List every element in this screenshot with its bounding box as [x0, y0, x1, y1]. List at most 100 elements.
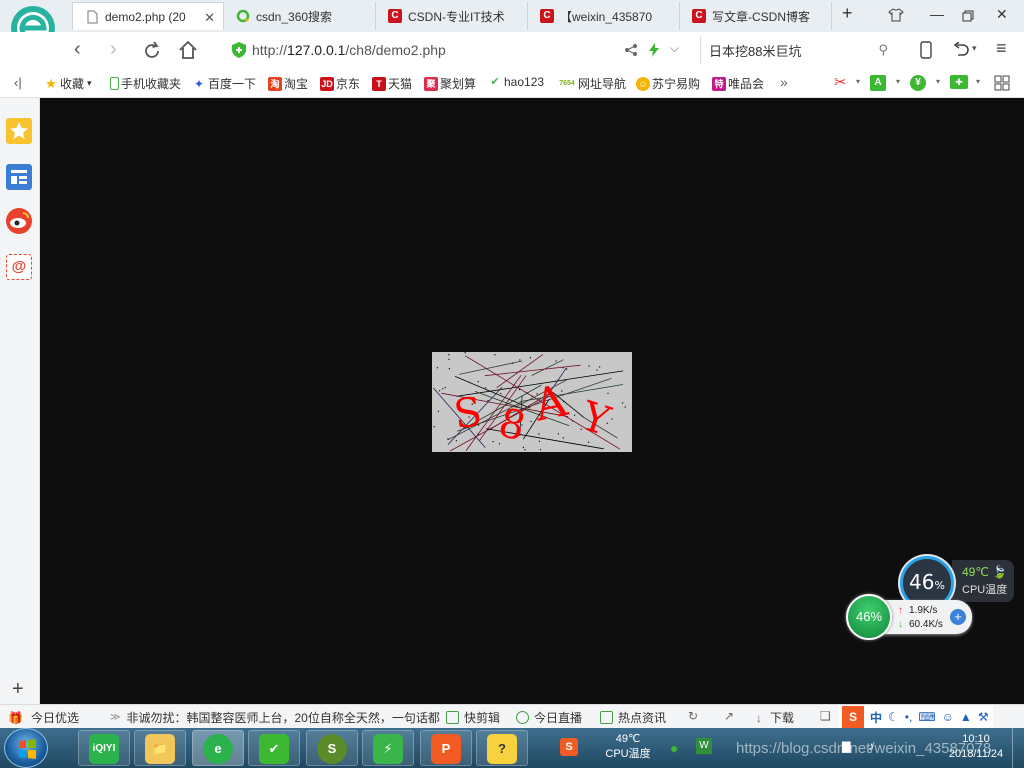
- pin-icon[interactable]: ↗: [724, 709, 734, 723]
- captcha-image[interactable]: S 8 A Y: [432, 352, 632, 452]
- news-ticker[interactable]: ≫ 非诚勿扰：韩国整容医师上台，20位自称全天然，一句话都: [110, 709, 440, 726]
- tab-label: demo2.php (20: [105, 9, 186, 24]
- reload-icon[interactable]: [142, 41, 162, 61]
- reading-list-icon[interactable]: [6, 164, 32, 190]
- bookmark-hao123[interactable]: ✔ hao123: [488, 75, 544, 89]
- game-icon[interactable]: ✚: [950, 75, 970, 89]
- mobile-icon[interactable]: [920, 41, 932, 59]
- taskbar-360-browser[interactable]: e: [192, 730, 244, 766]
- tab-csdn-search[interactable]: csdn_360搜索: [224, 2, 376, 30]
- downloads[interactable]: ↓ 下载: [756, 709, 794, 726]
- quick-edit[interactable]: 快剪辑: [446, 709, 500, 726]
- taskbar-wps[interactable]: P: [420, 730, 472, 766]
- live-today[interactable]: 今日直播: [516, 709, 582, 726]
- search-icon[interactable]: ⚲: [878, 42, 888, 58]
- bookmark-taobao[interactable]: 淘淘宝: [268, 75, 308, 92]
- taskbar-help[interactable]: ?: [476, 730, 528, 766]
- lightning-icon[interactable]: [648, 43, 660, 57]
- page-icon[interactable]: ❑: [820, 709, 831, 723]
- add-icon[interactable]: +: [950, 609, 966, 625]
- new-tab-icon[interactable]: +: [842, 3, 853, 24]
- suning-icon: ☺: [636, 76, 650, 91]
- undo-icon[interactable]: [952, 42, 970, 58]
- csdn-icon: C: [388, 9, 402, 23]
- bookmark-nav[interactable]: 7654 网址导航: [558, 75, 626, 92]
- coupon-icon[interactable]: ¥: [910, 75, 928, 91]
- captcha-noise-dot: [539, 449, 542, 451]
- shirt-icon[interactable]: [888, 8, 904, 22]
- network-speed-panel: ↑ 1.9K/s ↓ 60.4K/s +: [882, 600, 972, 634]
- extensions-grid-icon[interactable]: [994, 75, 1010, 91]
- show-desktop-button[interactable]: [1012, 728, 1024, 768]
- back-icon[interactable]: ‹: [74, 38, 81, 61]
- chevron-down-icon[interactable]: ▾: [856, 77, 860, 86]
- chevron-down-icon[interactable]: ▾: [936, 77, 940, 86]
- forward-icon[interactable]: ›: [110, 38, 117, 61]
- close-tab-icon[interactable]: ✕: [204, 10, 215, 26]
- favorites-star-icon[interactable]: [6, 118, 32, 144]
- tab-csdn[interactable]: C CSDN-专业IT技术: [376, 2, 528, 30]
- restore-icon[interactable]: [962, 10, 974, 22]
- sogou-tray-icon[interactable]: S: [560, 738, 578, 756]
- menu-icon[interactable]: ≡: [996, 38, 1007, 59]
- network-tray-icon[interactable]: ▇: [842, 740, 850, 753]
- bookmark-mobile[interactable]: 手机收藏夹: [110, 75, 181, 92]
- home-icon[interactable]: [178, 40, 198, 60]
- search-input[interactable]: 日本挖88米巨坑 ⚲: [700, 36, 896, 64]
- secure-shield-icon: [232, 42, 246, 58]
- download-arrow-icon: ↓: [898, 618, 903, 630]
- scissors-icon[interactable]: ✂: [834, 73, 847, 91]
- network-widget[interactable]: 46% ↑ 1.9K/s ↓ 60.4K/s +: [846, 594, 972, 640]
- chevron-down-icon[interactable]: ▾: [976, 77, 980, 86]
- moon-icon: ☾: [888, 710, 899, 724]
- minimize-icon[interactable]: —: [930, 6, 944, 22]
- bookmark-baidu[interactable]: ✦ 百度一下: [192, 75, 256, 92]
- taskbar-thunder[interactable]: ⚡: [362, 730, 414, 766]
- close-window-icon[interactable]: ✕: [996, 6, 1008, 23]
- chevron-down-icon[interactable]: ⌵: [670, 41, 679, 56]
- translate-icon[interactable]: A: [870, 75, 888, 91]
- tab-demo2[interactable]: demo2.php (20 ✕: [72, 2, 224, 30]
- bookmark-more[interactable]: »: [780, 74, 788, 90]
- hao123-icon: ✔: [490, 76, 500, 88]
- bookmark-juhuasuan[interactable]: 聚聚划算: [424, 75, 476, 92]
- captcha-noise-dot: [494, 354, 496, 356]
- leaf-icon: 🍃: [992, 565, 1008, 579]
- tab-weixin[interactable]: C 【weixin_435870: [528, 2, 680, 30]
- browser-icon[interactable]: ↻: [688, 709, 698, 723]
- start-button[interactable]: [4, 728, 48, 768]
- bookmark-favorites[interactable]: ★ 收藏 ▾: [44, 75, 91, 92]
- share-icon[interactable]: [624, 43, 638, 57]
- add-sidebar-item-icon[interactable]: +: [12, 678, 24, 701]
- taskbar-iqiyi[interactable]: iQIYI: [78, 730, 130, 766]
- bookmark-vip[interactable]: 特唯品会: [712, 75, 764, 92]
- chevron-down-icon[interactable]: ▾: [972, 43, 977, 54]
- taskbar-explorer[interactable]: 📁: [134, 730, 186, 766]
- bookmark-jd[interactable]: JD 京东: [320, 75, 360, 92]
- bookmark-suning[interactable]: ☺ 苏宁易购: [636, 75, 700, 92]
- ime-toolbar[interactable]: S 中 ☾ •, ⌨ ☺ ▲ ⚒: [838, 705, 993, 729]
- chevron-down-icon[interactable]: ▾: [896, 77, 900, 86]
- taskbar-360-cleaner[interactable]: ✔: [248, 730, 300, 766]
- 360-browser-icon: e: [203, 734, 233, 764]
- tray-cpu-temp[interactable]: 49℃ CPU温度: [600, 732, 656, 762]
- captcha-noise-dot: [607, 392, 609, 394]
- today-picks[interactable]: 🎁 今日优选: [8, 709, 79, 726]
- 360-tray-icon[interactable]: ●: [670, 740, 678, 756]
- mail-icon[interactable]: @: [6, 254, 32, 280]
- hot-news[interactable]: 热点资讯: [600, 709, 666, 726]
- sidebar-toggle-icon[interactable]: ‹|: [14, 75, 22, 90]
- help-icon: ?: [487, 734, 517, 764]
- bookmark-tmall[interactable]: T 天猫: [372, 75, 412, 92]
- weibo-icon[interactable]: [6, 208, 32, 234]
- captcha-noise-dot: [611, 418, 613, 420]
- captcha-noise-dot: [529, 357, 531, 359]
- tab-write-article[interactable]: C 写文章-CSDN博客: [680, 2, 832, 30]
- list-icon: [11, 170, 27, 184]
- system-clock[interactable]: 10:10 2018/11/24: [944, 732, 1008, 762]
- volume-tray-icon[interactable]: ♪: [868, 739, 874, 753]
- taskbar-360-safe[interactable]: S: [306, 730, 358, 766]
- wechat-tray-icon[interactable]: W: [696, 738, 712, 754]
- captcha-noise-dot: [447, 438, 449, 440]
- captcha-noise-dot: [485, 387, 487, 389]
